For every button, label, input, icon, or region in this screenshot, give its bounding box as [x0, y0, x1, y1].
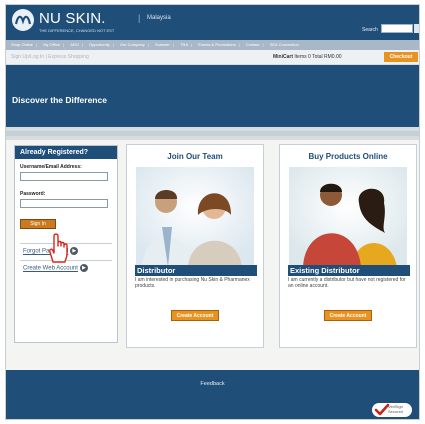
minicart[interactable]: MiniCart Items 0 Total RM0.00 — [273, 54, 342, 60]
password-label: Password: — [20, 191, 46, 197]
login-panel: Already Registered? Username/Email Addre… — [14, 145, 118, 343]
nav-item-contact[interactable]: Contact — [246, 40, 260, 50]
buy-products-card: Buy Products Online Existing Distributor… — [279, 144, 417, 348]
buy-products-title: Buy Products Online — [308, 152, 388, 161]
existing-distributor-label: Existing Distributor — [288, 265, 410, 276]
arrow-right-circle-icon: ▶ — [70, 247, 79, 255]
hero-banner: Discover the Difference — [6, 65, 419, 127]
arrow-right-circle-icon: ▶ — [79, 264, 88, 272]
nav-item-tra[interactable]: TRA — [180, 40, 188, 50]
nav-item-shop-online[interactable]: Shop Online — [11, 40, 33, 50]
divider-strip-inner — [6, 131, 419, 136]
search-button[interactable] — [414, 24, 419, 33]
sign-in-button[interactable]: Sign In — [20, 219, 56, 229]
hand-pointer-icon — [45, 232, 71, 269]
brand-tagline: THE DIFFERENCE, CHANGED NOT EST — [39, 28, 115, 33]
banner-title: Discover the Difference — [12, 95, 107, 105]
nav-item-opportunity[interactable]: Opportunity — [89, 40, 110, 50]
create-account-button[interactable]: Create Account — [171, 310, 219, 321]
login-title: Already Registered? — [15, 146, 117, 159]
join-team-title: Join Our Team — [167, 152, 223, 161]
existing-distributor-description: I am currently a distributor but have no… — [288, 277, 406, 289]
username-label: Username/Email Address: — [20, 164, 82, 170]
main-nav: Shop Online | My Office | ARO | Opportunity… — [6, 40, 419, 50]
signup-links[interactable]: Sign Up/Log In | Express Shopping — [11, 54, 89, 60]
brand-name[interactable]: NU SKIN. — [39, 10, 106, 27]
checkout-button[interactable]: Checkout — [384, 52, 418, 62]
header-separator: | — [138, 13, 141, 23]
nav-item-events[interactable]: Events & Promotions — [198, 40, 235, 50]
browser-page: NU SKIN. THE DIFFERENCE, CHANGED NOT EST… — [5, 4, 420, 420]
verisign-seal-text: VeriSign Secured — [388, 404, 403, 414]
distributor-label: Distributor — [135, 265, 257, 276]
existing-distributor-photo — [289, 167, 407, 267]
feedback-link[interactable]: Feedback — [6, 381, 419, 387]
verisign-seal[interactable]: VeriSign Secured — [372, 403, 412, 417]
nav-item-sea-convention[interactable]: SEA Convention — [270, 40, 299, 50]
distributor-description: I am interested in purchasing Nu Skin & … — [135, 277, 250, 289]
nav-item-scanner[interactable]: Scanner — [155, 40, 170, 50]
site-header: NU SKIN. THE DIFFERENCE, CHANGED NOT EST… — [6, 5, 419, 40]
nav-item-my-office[interactable]: My Office — [43, 40, 60, 50]
nu-skin-logo-icon[interactable] — [12, 9, 34, 31]
search-input[interactable] — [381, 24, 413, 33]
distributor-photo — [136, 167, 254, 267]
create-account-button[interactable]: Create Account — [324, 310, 372, 321]
search-label: Search — [362, 27, 378, 33]
main-content: Already Registered? Username/Email Addre… — [6, 140, 419, 370]
password-field[interactable] — [20, 199, 108, 208]
nav-item-aro[interactable]: ARO — [70, 40, 79, 50]
nav-item-our-company[interactable]: Our Company — [120, 40, 145, 50]
utility-bar: Sign Up/Log In | Express Shopping MiniCa… — [6, 50, 419, 65]
divider-strip — [6, 127, 419, 140]
username-field[interactable] — [20, 172, 108, 181]
site-footer: Feedback VeriSign Secured — [6, 370, 419, 419]
join-team-card: Join Our Team Distributor I am intereste… — [126, 144, 264, 348]
minicart-summary: Items 0 Total RM0.00 — [294, 54, 342, 60]
country-label: Malaysia — [147, 15, 171, 21]
minicart-label: MiniCart — [273, 54, 293, 60]
